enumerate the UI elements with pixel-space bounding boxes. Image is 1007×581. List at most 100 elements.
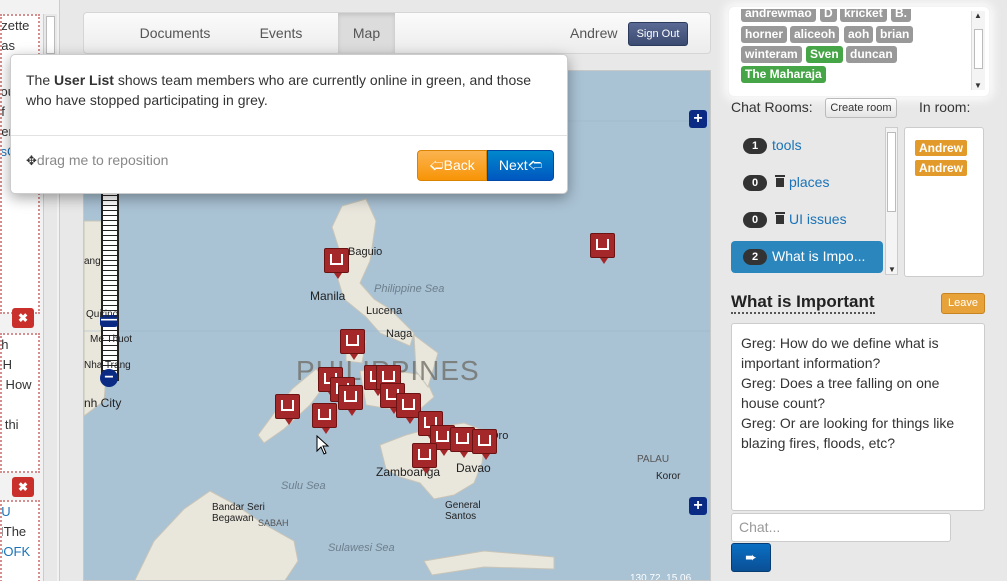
- user-badge: horner: [741, 26, 788, 43]
- map-marker-icon[interactable]: [590, 233, 615, 264]
- map-label: Lucena: [366, 305, 403, 317]
- map-marker-icon[interactable]: [412, 443, 437, 474]
- share-arrow-icon: ➨: [745, 549, 757, 565]
- note-link[interactable]: DOFK: [2, 542, 38, 562]
- user-badge-online: The Maharaja: [741, 66, 826, 83]
- room-link[interactable]: What is Impo...: [772, 248, 865, 264]
- tour-drag-handle[interactable]: ✥drag me to reposition: [26, 152, 168, 169]
- room-item-active[interactable]: 2 What is Impo...: [731, 241, 883, 273]
- zoom-out-icon[interactable]: −: [100, 369, 118, 387]
- map-label: Baguio: [348, 246, 383, 258]
- current-room-title: What is Important: [731, 292, 875, 314]
- map-marker-icon[interactable]: [472, 429, 497, 460]
- map-label: Me Thuot: [90, 334, 133, 345]
- user-badge: winteram: [741, 46, 802, 63]
- note-link[interactable]: 0U: [2, 502, 38, 522]
- drag-hint-text: drag me to reposition: [36, 152, 169, 168]
- map-label: SABAH: [258, 518, 289, 528]
- scroll-up-icon[interactable]: ▲: [974, 11, 982, 20]
- tour-text-start: The: [26, 72, 55, 88]
- room-item[interactable]: 0 places: [731, 167, 883, 199]
- user-list-scrollbar[interactable]: ▲ ▼: [971, 11, 985, 90]
- scroll-down-icon[interactable]: ▼: [974, 81, 982, 90]
- chat-message: Greg: Or are looking for things like bla…: [741, 415, 955, 451]
- back-label: Back: [443, 157, 475, 173]
- user-badge: brian: [876, 26, 914, 43]
- top-nav: Documents Events Map Andrew Sign Out: [83, 12, 711, 54]
- divider: [11, 135, 567, 136]
- room-count-badge: 1: [743, 138, 767, 154]
- move-arrows-icon: ✥: [26, 153, 37, 168]
- note-line: has: [1, 38, 15, 53]
- scrollbar-thumb[interactable]: [974, 29, 983, 69]
- note-line: s: [2, 435, 38, 455]
- leave-room-button[interactable]: Leave: [941, 293, 985, 314]
- note-line:  The: [2, 524, 27, 539]
- note-line: azette: [1, 18, 30, 33]
- map-label: Koror: [656, 471, 681, 482]
- room-link[interactable]: UI issues: [789, 211, 847, 227]
- map-marker-icon[interactable]: [275, 394, 300, 425]
- rooms-scrollbar[interactable]: ▼: [885, 127, 898, 275]
- chat-message: Greg: How do we define what is important…: [741, 335, 939, 371]
- tour-popover: The User List shows team members who are…: [10, 54, 568, 194]
- user-badge: B.: [891, 9, 911, 22]
- map-label: ang: [84, 256, 101, 267]
- tour-description: The User List shows team members who are…: [26, 70, 556, 110]
- room-count-badge: 2: [743, 249, 767, 265]
- in-room-user-badge: Andrew: [915, 160, 968, 176]
- map-marker-icon[interactable]: [338, 385, 363, 416]
- note-line: PH: [2, 357, 13, 372]
- room-item[interactable]: 0 UI issues: [731, 204, 883, 236]
- user-badge: andrewmao: [741, 9, 816, 22]
- map-marker-icon[interactable]: [324, 248, 349, 279]
- map-label: Davao: [456, 461, 491, 475]
- chat-message: Greg: Does a tree falling on one house c…: [741, 375, 940, 411]
- tab-map[interactable]: Map: [338, 13, 395, 53]
- room-link[interactable]: places: [789, 174, 829, 190]
- map-label: Quirino: [86, 309, 119, 320]
- in-room-list: Andrew Andrew: [904, 127, 984, 277]
- map-marker-icon[interactable]: [340, 329, 365, 360]
- scrollbar-thumb[interactable]: [46, 16, 55, 54]
- trash-icon[interactable]: [775, 175, 785, 187]
- delete-note-button[interactable]: ✖: [12, 477, 34, 497]
- scrollbar-thumb[interactable]: [887, 132, 896, 212]
- note-card: 0U  The DOFK: [0, 500, 40, 581]
- room-link[interactable]: tools: [772, 137, 802, 153]
- user-list: andrewmao D kricket B. horner aliceoh ao…: [729, 7, 989, 96]
- tab-documents[interactable]: Documents: [122, 13, 228, 53]
- trash-icon[interactable]: [775, 212, 785, 224]
- map-marker-icon[interactable]: [312, 403, 337, 434]
- in-room-user-badge: Andrew: [915, 140, 968, 156]
- next-label: Next: [498, 157, 528, 173]
- in-room-label: In room:: [919, 99, 971, 115]
- note-card: oh PH r: How n n thi s: [0, 333, 40, 473]
- arrow-left-icon: 🢠: [429, 157, 444, 173]
- map-label: Manila: [310, 289, 346, 303]
- scroll-down-icon[interactable]: ▼: [888, 265, 896, 274]
- layer-switcher-plus-icon[interactable]: +: [689, 110, 707, 128]
- delete-note-button[interactable]: ✖: [12, 308, 34, 328]
- map-label: nh City: [84, 396, 122, 410]
- sea-label: Sulawesi Sea: [328, 542, 395, 554]
- chat-messages: Greg: How do we define what is important…: [731, 323, 985, 511]
- room-count-badge: 0: [743, 175, 767, 191]
- tab-events[interactable]: Events: [236, 13, 326, 53]
- overview-map-plus-icon[interactable]: +: [689, 497, 707, 515]
- room-item[interactable]: 1 tools: [731, 130, 883, 162]
- chat-input[interactable]: Chat...: [731, 513, 951, 542]
- create-room-button[interactable]: Create room: [825, 98, 897, 118]
- user-badge: D: [820, 9, 837, 22]
- map-label: PALAU: [637, 454, 670, 465]
- send-message-button[interactable]: ➨: [731, 543, 771, 572]
- note-line: n: [2, 395, 38, 415]
- note-line: oh: [1, 337, 9, 352]
- user-badge: kricket: [840, 9, 887, 22]
- map-coordinates-readout: 130.72, 15.06: [630, 573, 692, 581]
- tour-back-button[interactable]: 🢠Back: [417, 150, 487, 181]
- sign-out-button[interactable]: Sign Out: [628, 22, 688, 46]
- zoom-slider-track[interactable]: [101, 191, 119, 381]
- tour-next-button[interactable]: Next🢢: [487, 150, 554, 181]
- map-label: Nha Trang: [84, 360, 131, 371]
